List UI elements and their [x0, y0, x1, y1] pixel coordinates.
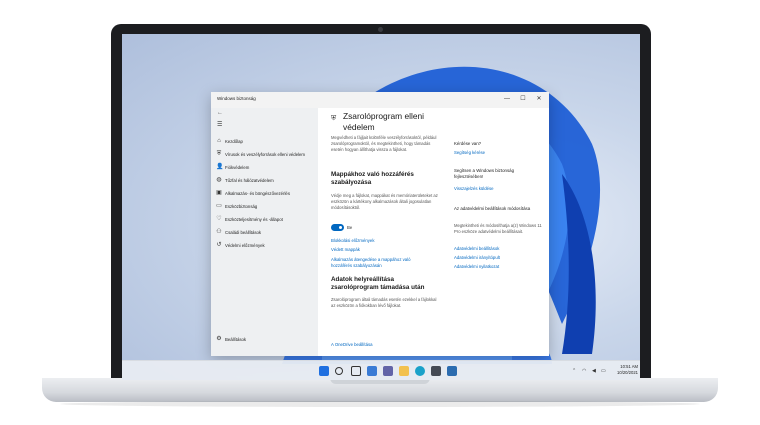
title-bar: Windows biztonság — ☐ ✕ [211, 92, 549, 108]
chat-icon[interactable] [383, 366, 393, 376]
person-icon: 👤 [216, 164, 224, 170]
sidebar: ← ☰ ⌂ Kezdőlap ⛨ Vírusok és veszélyforrá… [211, 108, 318, 356]
laptop-shadow [60, 401, 700, 407]
security-shield-icon[interactable] [447, 366, 457, 376]
sidebar-item-label: Kezdőlap [225, 138, 243, 144]
recovery-heading: Adatok helyreállítása zsarolóprogram tám… [331, 276, 425, 292]
privacy-heading: Az adatvédelmi beállítások módosítása [454, 206, 531, 211]
block-history-link[interactable]: Blokkolási előzmények [331, 238, 374, 244]
search-icon[interactable] [335, 367, 343, 375]
family-icon: ⚇ [216, 229, 222, 235]
sidebar-item-device-performance[interactable]: ♡ Eszközteljesítmény és -állapot [211, 214, 318, 225]
store-icon[interactable] [431, 366, 441, 376]
privacy-settings-link[interactable]: Adatvédelmi beállítások [454, 246, 499, 252]
privacy-description: Megtekintheti és módosíthatja a(z) Windo… [454, 223, 542, 234]
minimize-button[interactable]: — [501, 94, 513, 105]
main-content: ⛨ Zsarolóprogram elleni védelem Megvédhe… [318, 108, 549, 356]
system-clock[interactable]: 10:51 AM 10/20/2021 [612, 364, 638, 376]
sidebar-item-label: Eszközteljesítmény és -állapot [225, 216, 283, 222]
file-explorer-icon[interactable] [399, 366, 409, 376]
sidebar-item-virus-protection[interactable]: ⛨ Vírusok és veszélyforrások elleni véde… [211, 149, 318, 160]
sidebar-item-app-browser-control[interactable]: ▣ Alkalmazás- és böngészővezérlés [211, 188, 318, 199]
cfa-toggle-knob [338, 225, 342, 229]
sidebar-item-protection-history[interactable]: ↺ Védelmi előzmények [211, 240, 318, 251]
sidebar-item-label: Alkalmazás- és böngészővezérlés [225, 190, 290, 196]
sidebar-item-label: Beállítások [225, 336, 247, 342]
clock-date: 10/20/2021 [617, 370, 638, 375]
privacy-dashboard-link[interactable]: Adatvédelmi irányítópult [454, 255, 500, 261]
privacy-statement-link[interactable]: Adatvédelmi nyilatkozat [454, 264, 499, 270]
window-title: Windows biztonság [217, 96, 256, 101]
sidebar-item-label: Családi beállítások [225, 229, 262, 235]
laptop: Windows biztonság — ☐ ✕ ← ☰ ⌂ Kezdőlap ⛨… [0, 0, 760, 425]
cfa-toggle[interactable] [331, 224, 344, 231]
sidebar-item-account-protection[interactable]: 👤 Fiókvédelem [211, 162, 318, 173]
task-view-icon[interactable] [351, 366, 361, 376]
intro-text: Megvédheti a fájljait különféle veszélyf… [331, 135, 437, 152]
wifi-icon[interactable]: ◠ [582, 368, 586, 374]
heart-icon: ♡ [216, 216, 222, 222]
edge-icon[interactable] [415, 366, 425, 376]
sidebar-item-label: Vírusok és veszélyforrások elleni védele… [225, 151, 306, 157]
sidebar-item-label: Fiókvédelem [225, 164, 250, 170]
taskbar: ⌃ ◠ ◀ ▭ 10:51 AM 10/20/2021 [122, 360, 640, 380]
gear-icon: ⚙ [216, 336, 222, 342]
desktop-screen: Windows biztonság — ☐ ✕ ← ☰ ⌂ Kezdőlap ⛨… [122, 34, 640, 380]
cfa-toggle-label: Be [347, 225, 353, 230]
sidebar-item-label: Tűzfal és hálózatvédelem [225, 177, 274, 183]
sidebar-item-home[interactable]: ⌂ Kezdőlap [211, 136, 318, 147]
question-heading: Kérdése van? [454, 141, 482, 146]
cfa-heading: Mappákhoz való hozzáférés szabályozása [331, 171, 414, 187]
widgets-icon[interactable] [367, 366, 377, 376]
send-feedback-link[interactable]: Visszajelzés küldése [454, 186, 494, 192]
sidebar-item-family-options[interactable]: ⚇ Családi beállítások [211, 227, 318, 238]
app-window-icon: ▣ [216, 190, 222, 196]
hamburger-menu-icon[interactable]: ☰ [217, 121, 222, 128]
maximize-button[interactable]: ☐ [517, 94, 529, 105]
windows-start-icon[interactable] [319, 366, 329, 376]
volume-icon[interactable]: ◀ [592, 368, 596, 374]
shield-icon: ⛨ [216, 151, 222, 157]
webcam [378, 27, 383, 32]
ransomware-shield-icon: ⛨ [331, 115, 337, 122]
history-icon: ↺ [216, 242, 222, 248]
get-help-link[interactable]: Segítség kérése [454, 150, 485, 156]
sidebar-item-firewall[interactable]: ◍ Tűzfal és hálózatvédelem [211, 175, 318, 186]
sidebar-item-label: Eszközbiztonság [225, 203, 258, 209]
back-arrow-icon[interactable]: ← [217, 110, 223, 116]
battery-icon[interactable]: ▭ [601, 368, 606, 374]
windows-security-window: Windows biztonság — ☐ ✕ ← ☰ ⌂ Kezdőlap ⛨… [211, 92, 549, 356]
sidebar-item-settings[interactable]: ⚙ Beállítások [211, 334, 318, 345]
cfa-description: Védje meg a fájlokat, mappákat és memóri… [331, 193, 438, 210]
onedrive-setup-link[interactable]: A OneDrive beállítása [331, 342, 373, 348]
home-icon: ⌂ [217, 138, 221, 144]
wifi-signal-icon: ◍ [216, 177, 222, 183]
improve-heading: Segítsen a Windows biztonság fejlesztésé… [454, 168, 515, 179]
close-button[interactable]: ✕ [533, 94, 545, 105]
allow-app-link[interactable]: Alkalmazás átengedése a mappához való ho… [331, 257, 431, 268]
sidebar-item-label: Védelmi előzmények [225, 242, 265, 248]
page-title: Zsarolóprogram elleni védelem [343, 111, 424, 132]
sidebar-item-device-security[interactable]: ▭ Eszközbiztonság [211, 201, 318, 212]
tray-overflow-icon[interactable]: ⌃ [572, 368, 576, 374]
laptop-icon: ▭ [216, 203, 222, 209]
protected-folders-link[interactable]: Védett mappák [331, 247, 360, 253]
recovery-description: Zsarolóprogram általi támadás esetén eze… [331, 297, 437, 308]
